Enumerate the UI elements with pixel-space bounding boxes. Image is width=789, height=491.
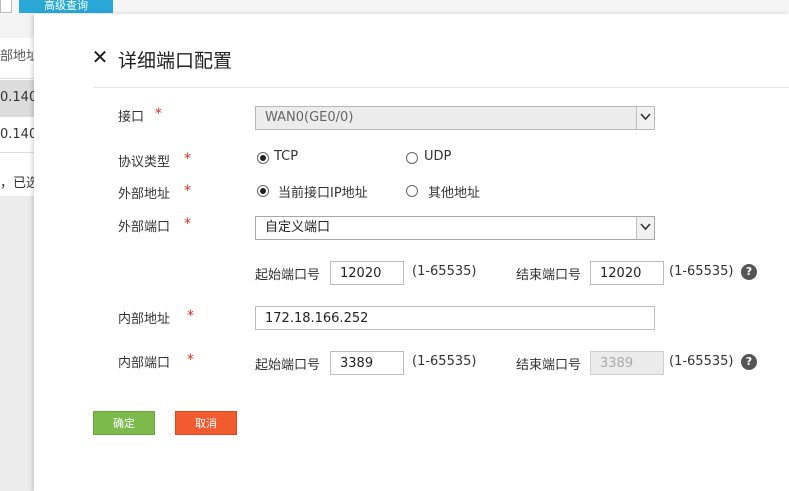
background-toolbar [0, 0, 789, 14]
help-icon[interactable]: ? [741, 264, 757, 280]
required-mark: * [187, 352, 194, 368]
protocol-label: 协议类型 [118, 155, 171, 170]
protocol-tcp-radio[interactable] [257, 152, 269, 164]
internal-start-port-input[interactable] [330, 351, 404, 375]
internal-port-label: 内部端口 [118, 356, 171, 371]
interface-label: 接口 [118, 110, 145, 125]
close-icon[interactable]: ✕ [91, 47, 109, 67]
internal-address-input[interactable] [255, 306, 655, 330]
internal-end-port-input [590, 351, 664, 375]
divider [93, 87, 789, 88]
table-cell: 0.140 [0, 127, 34, 142]
internal-address-label: 内部地址 [118, 312, 171, 327]
external-end-port-input[interactable] [590, 261, 664, 285]
external-start-port-input[interactable] [330, 261, 404, 285]
external-start-port-label: 起始端口号 [255, 268, 321, 283]
divider [0, 152, 34, 153]
divider [0, 116, 34, 117]
status-text: ，已选 [0, 176, 34, 191]
chevron-down-icon [636, 107, 654, 129]
external-port-label: 外部端口 [118, 220, 171, 235]
protocol-udp-label: UDP [424, 149, 452, 164]
external-address-current-radio[interactable] [257, 185, 269, 197]
required-mark: * [155, 106, 162, 122]
required-mark: * [184, 183, 191, 199]
external-end-port-label: 结束端口号 [516, 268, 582, 283]
chevron-down-icon [636, 217, 654, 239]
background-lower-area [0, 196, 34, 491]
interface-select[interactable]: WAN0(GE0/0) [255, 106, 655, 130]
external-end-port-range: (1-65535) [669, 264, 734, 279]
external-start-port-range: (1-65535) [412, 264, 477, 279]
external-port-select-value: 自定义端口 [265, 220, 331, 235]
dialog-title: 详细端口配置 [118, 50, 233, 72]
internal-end-port-range: (1-65535) [669, 354, 734, 369]
external-address-other-label: 其他地址 [428, 186, 481, 201]
required-mark: * [184, 151, 191, 167]
background-column-header: 部地址 [0, 49, 34, 64]
cancel-button[interactable]: 取消 [175, 411, 237, 435]
advanced-search-button[interactable]: 高级查询 [19, 0, 113, 13]
help-icon[interactable]: ? [741, 354, 757, 370]
external-port-select[interactable]: 自定义端口 [255, 216, 655, 240]
external-address-label: 外部地址 [118, 187, 171, 202]
required-mark: * [187, 308, 194, 324]
internal-end-port-label: 结束端口号 [516, 358, 582, 373]
external-address-current-label: 当前接口IP地址 [278, 186, 368, 201]
divider [0, 78, 34, 79]
ok-button[interactable]: 确定 [93, 411, 155, 435]
background-checkbox[interactable] [0, 0, 12, 13]
interface-select-value: WAN0(GE0/0) [265, 110, 354, 125]
required-mark: * [184, 216, 191, 232]
internal-start-port-label: 起始端口号 [255, 358, 321, 373]
internal-start-port-range: (1-65535) [412, 354, 477, 369]
port-config-dialog: ✕ 详细端口配置 接口 * WAN0(GE0/0) 协议类型 * TCP UDP… [34, 14, 789, 491]
protocol-udp-radio[interactable] [406, 152, 418, 164]
table-cell: 0.140 [0, 90, 34, 105]
protocol-tcp-label: TCP [274, 149, 299, 164]
external-address-other-radio[interactable] [406, 185, 418, 197]
